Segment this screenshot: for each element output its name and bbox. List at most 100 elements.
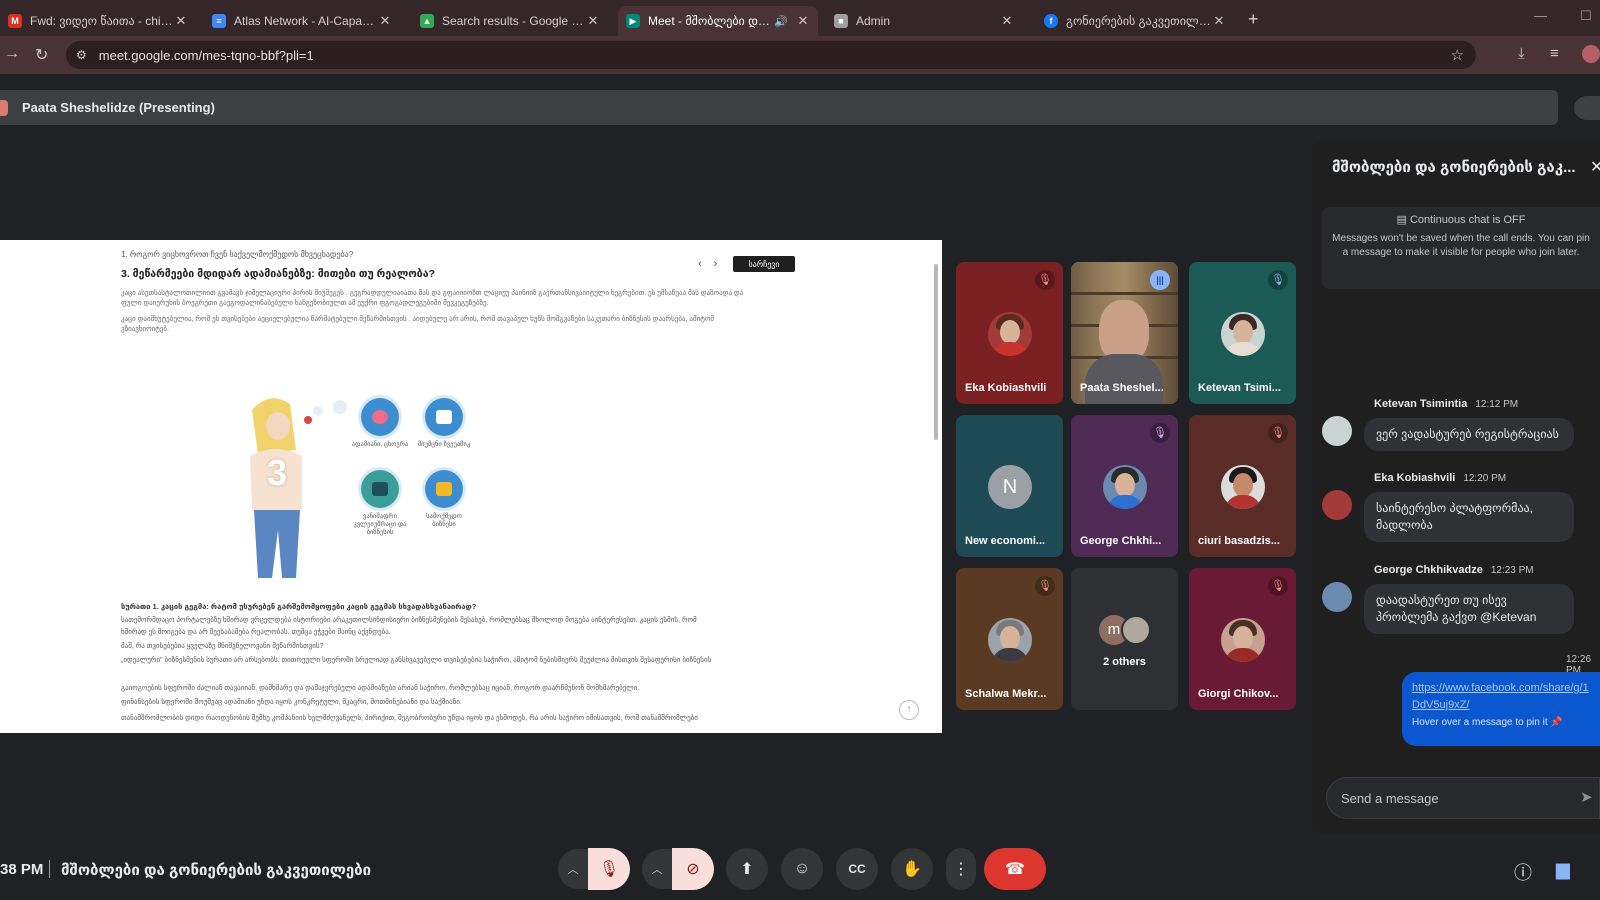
tab-atlas[interactable]: ≡ Atlas Network - AI-Capacity Bu ✕ [204,6,400,36]
tab-title: Search results - Google Drive [442,14,586,28]
chat-panel: მშობლები და გონიერების გაკ... ✕ ▤ Contin… [1312,140,1600,834]
chevron-up-icon: ︿ [651,864,663,876]
shared-screen: 1. როგორ ვიცხოვროთ ჩვენ საქველმოქმედოს მ… [0,240,942,733]
participant-tile[interactable]: N New economi... [956,415,1063,557]
message-bubble[interactable]: დაადასტურეთ თუ ისევ პრობლემა გაქვთ @Kete… [1364,584,1574,634]
doc-heading: 3. მეწარმეები მდიდარ ადამიანებზე: მითები… [121,268,435,280]
address-bar[interactable]: ⚙ meet.google.com/mes-tqno-bbf?pli=1 ☆ [66,41,1476,69]
chevron-up-icon: ︿ [567,864,579,876]
captions-button[interactable]: CC [836,848,878,890]
participant-tile-speaking[interactable]: ||| Paata Sheshel... [1071,262,1178,404]
tune-icon[interactable]: ⚙ [76,48,87,62]
new-tab-icon[interactable]: + [1248,9,1259,30]
participant-name: Giorgi Chikov... [1198,688,1279,700]
send-icon[interactable]: ➤ [1580,788,1593,806]
chat-input[interactable]: Send a message [1326,777,1600,819]
tab-meet[interactable]: ▶ Meet - მშობლები და გონ 🔊 ✕ [618,6,818,36]
mic-off-icon: 🎙 [1268,423,1288,443]
close-icon[interactable]: ✕ [586,13,600,29]
star-icon[interactable]: ☆ [1451,46,1464,64]
message-bubble[interactable]: ვერ ვადასტურებ რეგისტრაციას [1364,418,1574,451]
raise-hand-button[interactable]: ✋ [891,848,933,890]
tab-drive[interactable]: ▲ Search results - Google Drive ✕ [412,6,608,36]
tab-facebook[interactable]: f გონიერების გაკვეთილები ✕ [1036,6,1234,36]
illustration-number: 3 [267,452,288,493]
minimize-icon[interactable]: — [1534,8,1547,23]
divider [49,860,50,878]
doc-pagination[interactable]: ‹› [698,258,729,270]
piggy-bank-icon [361,398,399,436]
presenting-bar: Paata Sheshelidze (Presenting) [0,90,1558,125]
pin-icon[interactable]: 📌 [1550,717,1562,728]
url-text: meet.google.com/mes-tqno-bbf?pli=1 [98,47,314,63]
chat-icon[interactable]: ▆ [1556,859,1570,880]
close-icon[interactable]: ✕ [1212,13,1226,29]
mic-toggle-button[interactable]: 🎙 [588,848,630,890]
tab-title: Meet - მშობლები და გონ [648,14,775,28]
mic-options-button[interactable]: ︿ [558,849,588,889]
speaker-icon[interactable]: 🔊 [774,15,788,28]
bubble-caption: ადამიანი, ცხოვრა [351,441,409,448]
close-icon[interactable]: ✕ [378,13,392,29]
participant-tile[interactable]: 🎙 Giorgi Chikov... [1189,568,1296,710]
close-icon[interactable]: ✕ [796,13,810,29]
more-options-button[interactable]: ⋮ [946,848,976,890]
present-button[interactable]: ⬆ [726,848,768,890]
forward-icon[interactable]: → [4,45,20,63]
chat-notice: ▤ Continuous chat is OFF Messages won't … [1322,207,1600,289]
camera-options-button[interactable]: ︿ [642,849,672,889]
doc-line: სათემორმდაცო პორტალებზე ხშირად ვრცელდება… [121,617,697,624]
end-call-button[interactable]: ☎ [984,848,1046,890]
message-bubble[interactable]: საინტერესო პლატფორმაა, მადლობა [1364,492,1574,542]
mic-off-icon: 🎙 [1268,270,1288,290]
my-message-bubble[interactable]: https://www.facebook.com/share/g/1DdV5uj… [1402,672,1600,746]
checklist-icon [425,398,463,436]
download-icon[interactable]: ⤓ [1518,45,1525,62]
avatar-letter: N [988,465,1032,509]
participant-name: Eka Kobiashvili [965,382,1047,394]
present-icon: ⬆ [740,861,754,878]
participant-tile[interactable]: 🎙 ciuri basadzis... [1189,415,1296,557]
participant-tile[interactable]: 🎙 George Chkhi... [1071,415,1178,557]
maximize-icon[interactable]: ☐ [1580,8,1592,24]
doc-question: 1. როგორ ვიცხოვროთ ჩვენ საქველმოქმედოს მ… [121,250,354,259]
profile-avatar[interactable] [1582,45,1600,63]
meeting-name: მშობლები და გონიერების გაკვეთილები [61,862,372,879]
info-icon[interactable]: ⓘ [1514,859,1532,885]
presenter-thumbnail[interactable] [1574,96,1600,120]
media-icon[interactable]: ≡ [1550,45,1559,62]
emoji-button[interactable]: ☺ [781,848,823,890]
doc-question: სურათი 1. კაცის გეგმა: რატომ უსურებენ გა… [121,602,477,611]
mic-off-icon: 🎙 [1035,270,1055,290]
close-icon[interactable]: ✕ [174,13,188,29]
message-header: Ketevan Tsimintia 12:12 PM [1374,398,1518,410]
participant-tile[interactable]: 🎙 Eka Kobiashvili [956,262,1063,404]
close-icon[interactable]: ✕ [1590,157,1600,177]
camera-toggle-button[interactable]: ⊘ [672,848,714,890]
avatar [1322,416,1352,446]
reload-icon[interactable]: ↻ [35,45,48,65]
scroll-top-icon[interactable]: ↑ [899,700,919,720]
contents-button[interactable]: სარჩევი [733,256,795,272]
avatar [1103,465,1147,509]
others-label: 2 others [1103,656,1146,668]
briefcase-icon [425,470,463,508]
participant-tile[interactable]: 🎙 Ketevan Tsimi... [1189,262,1296,404]
tab-gmail[interactable]: M Fwd: ვიდეო წაითა - chiqvani ✕ [0,6,196,36]
presenting-label: Paata Sheshelidze (Presenting) [22,100,215,115]
doc-scrollbar[interactable] [934,264,938,440]
participant-tile-others[interactable]: m 2 others [1071,568,1178,710]
chat-bubble-icon: ▤ [1396,214,1410,226]
participant-name: ciuri basadzis... [1198,535,1280,547]
message-link[interactable]: https://www.facebook.com/share/g/1DdV5uj… [1412,680,1592,714]
participant-name: George Chkhi... [1080,535,1162,547]
doc-paragraph: კაცი ასეთსასტალოთილიით გვამავს ჯიშელაციუ… [121,290,744,307]
participant-name: Ketevan Tsimi... [1198,382,1281,394]
participant-tile[interactable]: 🎙 Schalwa Mekr... [956,568,1063,710]
bubble-caption: მიუმცნი ზვეუამიკ [417,441,471,448]
more-icon: ⋮ [953,861,969,878]
tab-admin[interactable]: ■ Admin ✕ [826,6,1022,36]
close-icon[interactable]: ✕ [1000,13,1014,29]
message-sender: George Chkhikvadze [1374,564,1483,576]
admin-icon: ■ [834,14,848,28]
